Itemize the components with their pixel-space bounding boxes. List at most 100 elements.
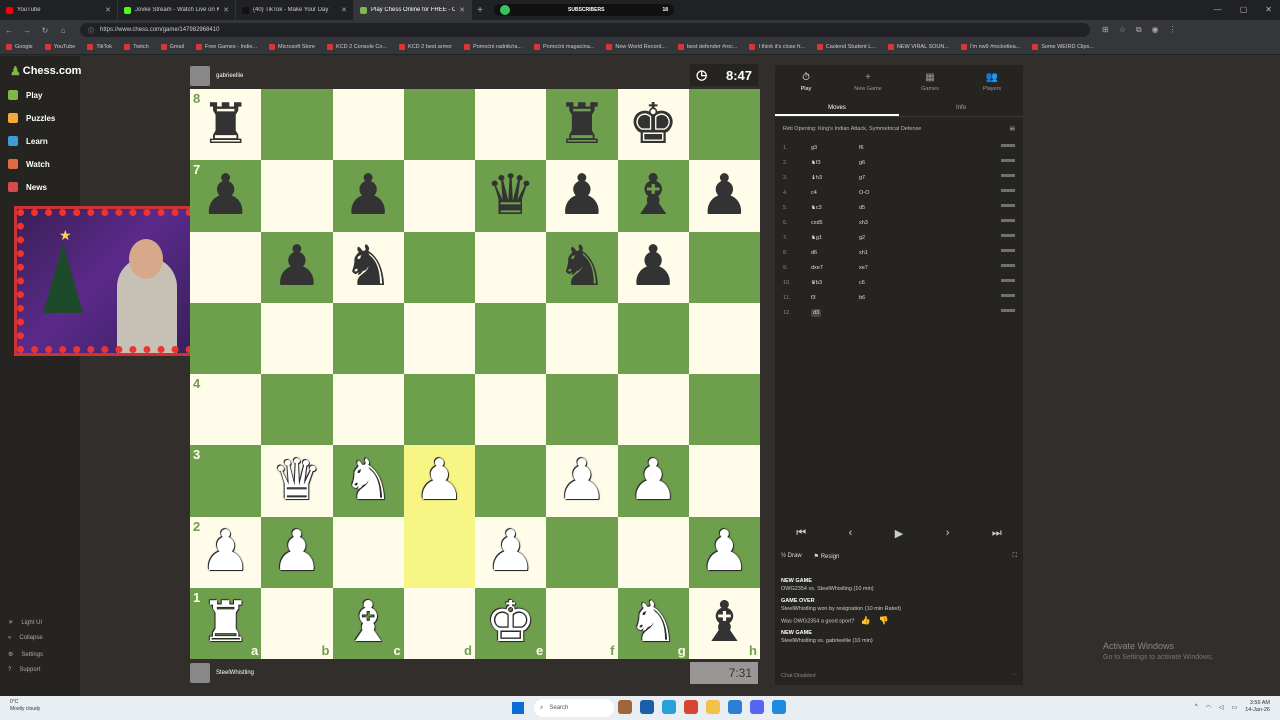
square-d2[interactable] xyxy=(403,516,475,588)
edge-icon[interactable] xyxy=(662,700,676,714)
square-b5[interactable] xyxy=(261,302,333,374)
square-f5[interactable] xyxy=(546,302,618,374)
white-pawn-icon[interactable]: ♟ xyxy=(201,524,251,580)
bookmark-item[interactable]: Caolend Student L... xyxy=(816,44,876,50)
white-move[interactable]: dxe7 xyxy=(811,265,859,271)
black-move[interactable]: xh1 xyxy=(859,250,969,256)
home-icon[interactable]: ⌂ xyxy=(54,26,72,35)
white-move[interactable]: ♞c3 xyxy=(811,205,859,211)
white-move[interactable]: d3 xyxy=(811,308,859,317)
bottom-player-name[interactable]: SteelWhistling xyxy=(216,670,254,676)
tab-games[interactable]: ▦ Games xyxy=(899,65,961,99)
white-move[interactable]: d6 xyxy=(811,250,859,256)
white-move[interactable]: f3 xyxy=(811,295,859,301)
chesscom-logo[interactable]: ♟ Chess.com xyxy=(10,64,81,78)
sidebar-bottom-settings[interactable]: ⚙ Settings xyxy=(8,651,43,659)
extensions-icon[interactable]: ⧉ xyxy=(1136,25,1142,35)
bookmark-item[interactable]: KCD 2 Console Co... xyxy=(326,44,387,50)
bookmark-item[interactable]: Some WEIRD Clips... xyxy=(1032,44,1094,50)
square-e5[interactable] xyxy=(475,302,547,374)
white-bishop-icon[interactable]: ♝ xyxy=(343,595,393,651)
square-c8[interactable] xyxy=(332,89,404,161)
black-bishop-icon[interactable]: ♝ xyxy=(699,595,749,651)
sidebar-item-puzzles[interactable]: Puzzles xyxy=(8,113,55,123)
system-clock[interactable]: 3:56 AM 14-Jan-26 xyxy=(1245,700,1270,714)
tab-close-icon[interactable]: ✕ xyxy=(223,6,229,14)
white-pawn-icon[interactable]: ♟ xyxy=(486,524,536,580)
bookmark-item[interactable]: Pomoćni radnik/ra... xyxy=(464,44,522,50)
tab-close-icon[interactable]: ✕ xyxy=(341,6,347,14)
black-move[interactable]: xh3 xyxy=(859,220,969,226)
square-h5[interactable] xyxy=(688,302,760,374)
white-move[interactable]: g3 xyxy=(811,145,859,151)
white-move[interactable]: c4 xyxy=(811,190,859,196)
bookmark-item[interactable]: Twitch xyxy=(124,44,149,50)
square-b2[interactable]: ♟ xyxy=(261,516,333,588)
square-f4[interactable] xyxy=(546,374,618,446)
browser-tab[interactable]: Play Chess Online for FREE - C ✕ xyxy=(354,0,472,20)
bookmark-item[interactable]: YouTube xyxy=(44,44,75,50)
app2-icon[interactable] xyxy=(772,700,786,714)
taskview-icon[interactable] xyxy=(618,700,632,714)
battery-icon[interactable]: ▭ xyxy=(1232,704,1238,711)
square-f8[interactable]: ♜ xyxy=(546,89,618,161)
square-h8[interactable] xyxy=(688,89,760,161)
square-f6[interactable]: ♞ xyxy=(546,231,618,303)
book-icon[interactable]: ▤ xyxy=(1010,126,1015,132)
square-h6[interactable] xyxy=(688,231,760,303)
thumbs-up-icon[interactable]: 👍 xyxy=(860,617,870,625)
bottom-player-avatar[interactable] xyxy=(190,663,210,683)
white-knight-icon[interactable]: ♞ xyxy=(343,452,393,509)
minimize-icon[interactable]: — xyxy=(1214,5,1222,14)
tab-play[interactable]: ⏱ Play xyxy=(775,65,837,99)
files-icon[interactable] xyxy=(640,700,654,714)
white-pawn-icon[interactable]: ♟ xyxy=(272,524,322,580)
black-pawn-icon[interactable]: ♟ xyxy=(557,167,607,224)
square-f2[interactable] xyxy=(546,516,618,588)
square-g5[interactable] xyxy=(617,302,689,374)
square-g1[interactable]: ♞ g xyxy=(617,587,689,659)
tab-players[interactable]: 👥 Players xyxy=(961,65,1023,99)
expand-icon[interactable]: ⛶ xyxy=(1013,553,1017,560)
square-e6[interactable] xyxy=(475,231,547,303)
square-a7[interactable]: ♟ 7 xyxy=(190,160,262,232)
maximize-icon[interactable]: ▢ xyxy=(1240,5,1248,14)
black-move[interactable]: O-O xyxy=(859,190,969,196)
site-info-icon[interactable]: ⓘ xyxy=(88,26,94,35)
sidebar-bottom-light-ui[interactable]: ☀ Light UI xyxy=(8,619,42,627)
bookmark-item[interactable]: NEW VIRAL SOUN... xyxy=(887,44,949,50)
thumbs-down-icon[interactable]: 👎 xyxy=(878,617,888,625)
square-b3[interactable]: ♛ xyxy=(261,445,333,517)
app-icon[interactable] xyxy=(728,700,742,714)
square-g6[interactable]: ♟ xyxy=(617,231,689,303)
square-b8[interactable] xyxy=(261,89,333,161)
url-field[interactable]: ⓘ https://www.chess.com/game/14798296841… xyxy=(80,23,1090,37)
square-g7[interactable]: ♝ xyxy=(617,160,689,232)
top-player-avatar[interactable] xyxy=(190,66,210,86)
chrome-icon[interactable] xyxy=(684,700,698,714)
new-tab-button[interactable]: + xyxy=(472,5,488,16)
square-e2[interactable]: ♟ xyxy=(475,516,547,588)
square-g8[interactable]: ♚ xyxy=(617,89,689,161)
square-d8[interactable] xyxy=(403,89,475,161)
reload-icon[interactable]: ↻ xyxy=(36,26,54,35)
square-a1[interactable]: ♜ 1 a xyxy=(190,587,262,659)
square-a3[interactable]: 3 xyxy=(190,445,262,517)
bookmark-item[interactable]: I think it's close fr... xyxy=(749,44,805,50)
play-icon[interactable]: ▶ xyxy=(895,527,903,540)
sidebar-item-learn[interactable]: Learn xyxy=(8,136,48,146)
square-a8[interactable]: ♜ 8 xyxy=(190,89,262,161)
chat-input[interactable]: Chat Disabled ⋯ xyxy=(775,673,1023,679)
white-queen-icon[interactable]: ♛ xyxy=(272,452,322,509)
square-h1[interactable]: ♝ h xyxy=(688,587,760,659)
first-move-icon[interactable]: ⏮ xyxy=(796,527,806,540)
last-move-icon[interactable]: ⏭ xyxy=(992,527,1002,540)
square-c1[interactable]: ♝ c xyxy=(332,587,404,659)
forward-icon[interactable]: → xyxy=(18,26,36,35)
back-icon[interactable]: ← xyxy=(0,26,18,35)
tab-close-icon[interactable]: ✕ xyxy=(459,6,465,14)
black-pawn-icon[interactable]: ♟ xyxy=(272,239,322,295)
white-move[interactable]: cxd5 xyxy=(811,220,859,226)
resign-button[interactable]: ⚑ Resign xyxy=(814,553,840,560)
square-f3[interactable]: ♟ xyxy=(546,445,618,517)
